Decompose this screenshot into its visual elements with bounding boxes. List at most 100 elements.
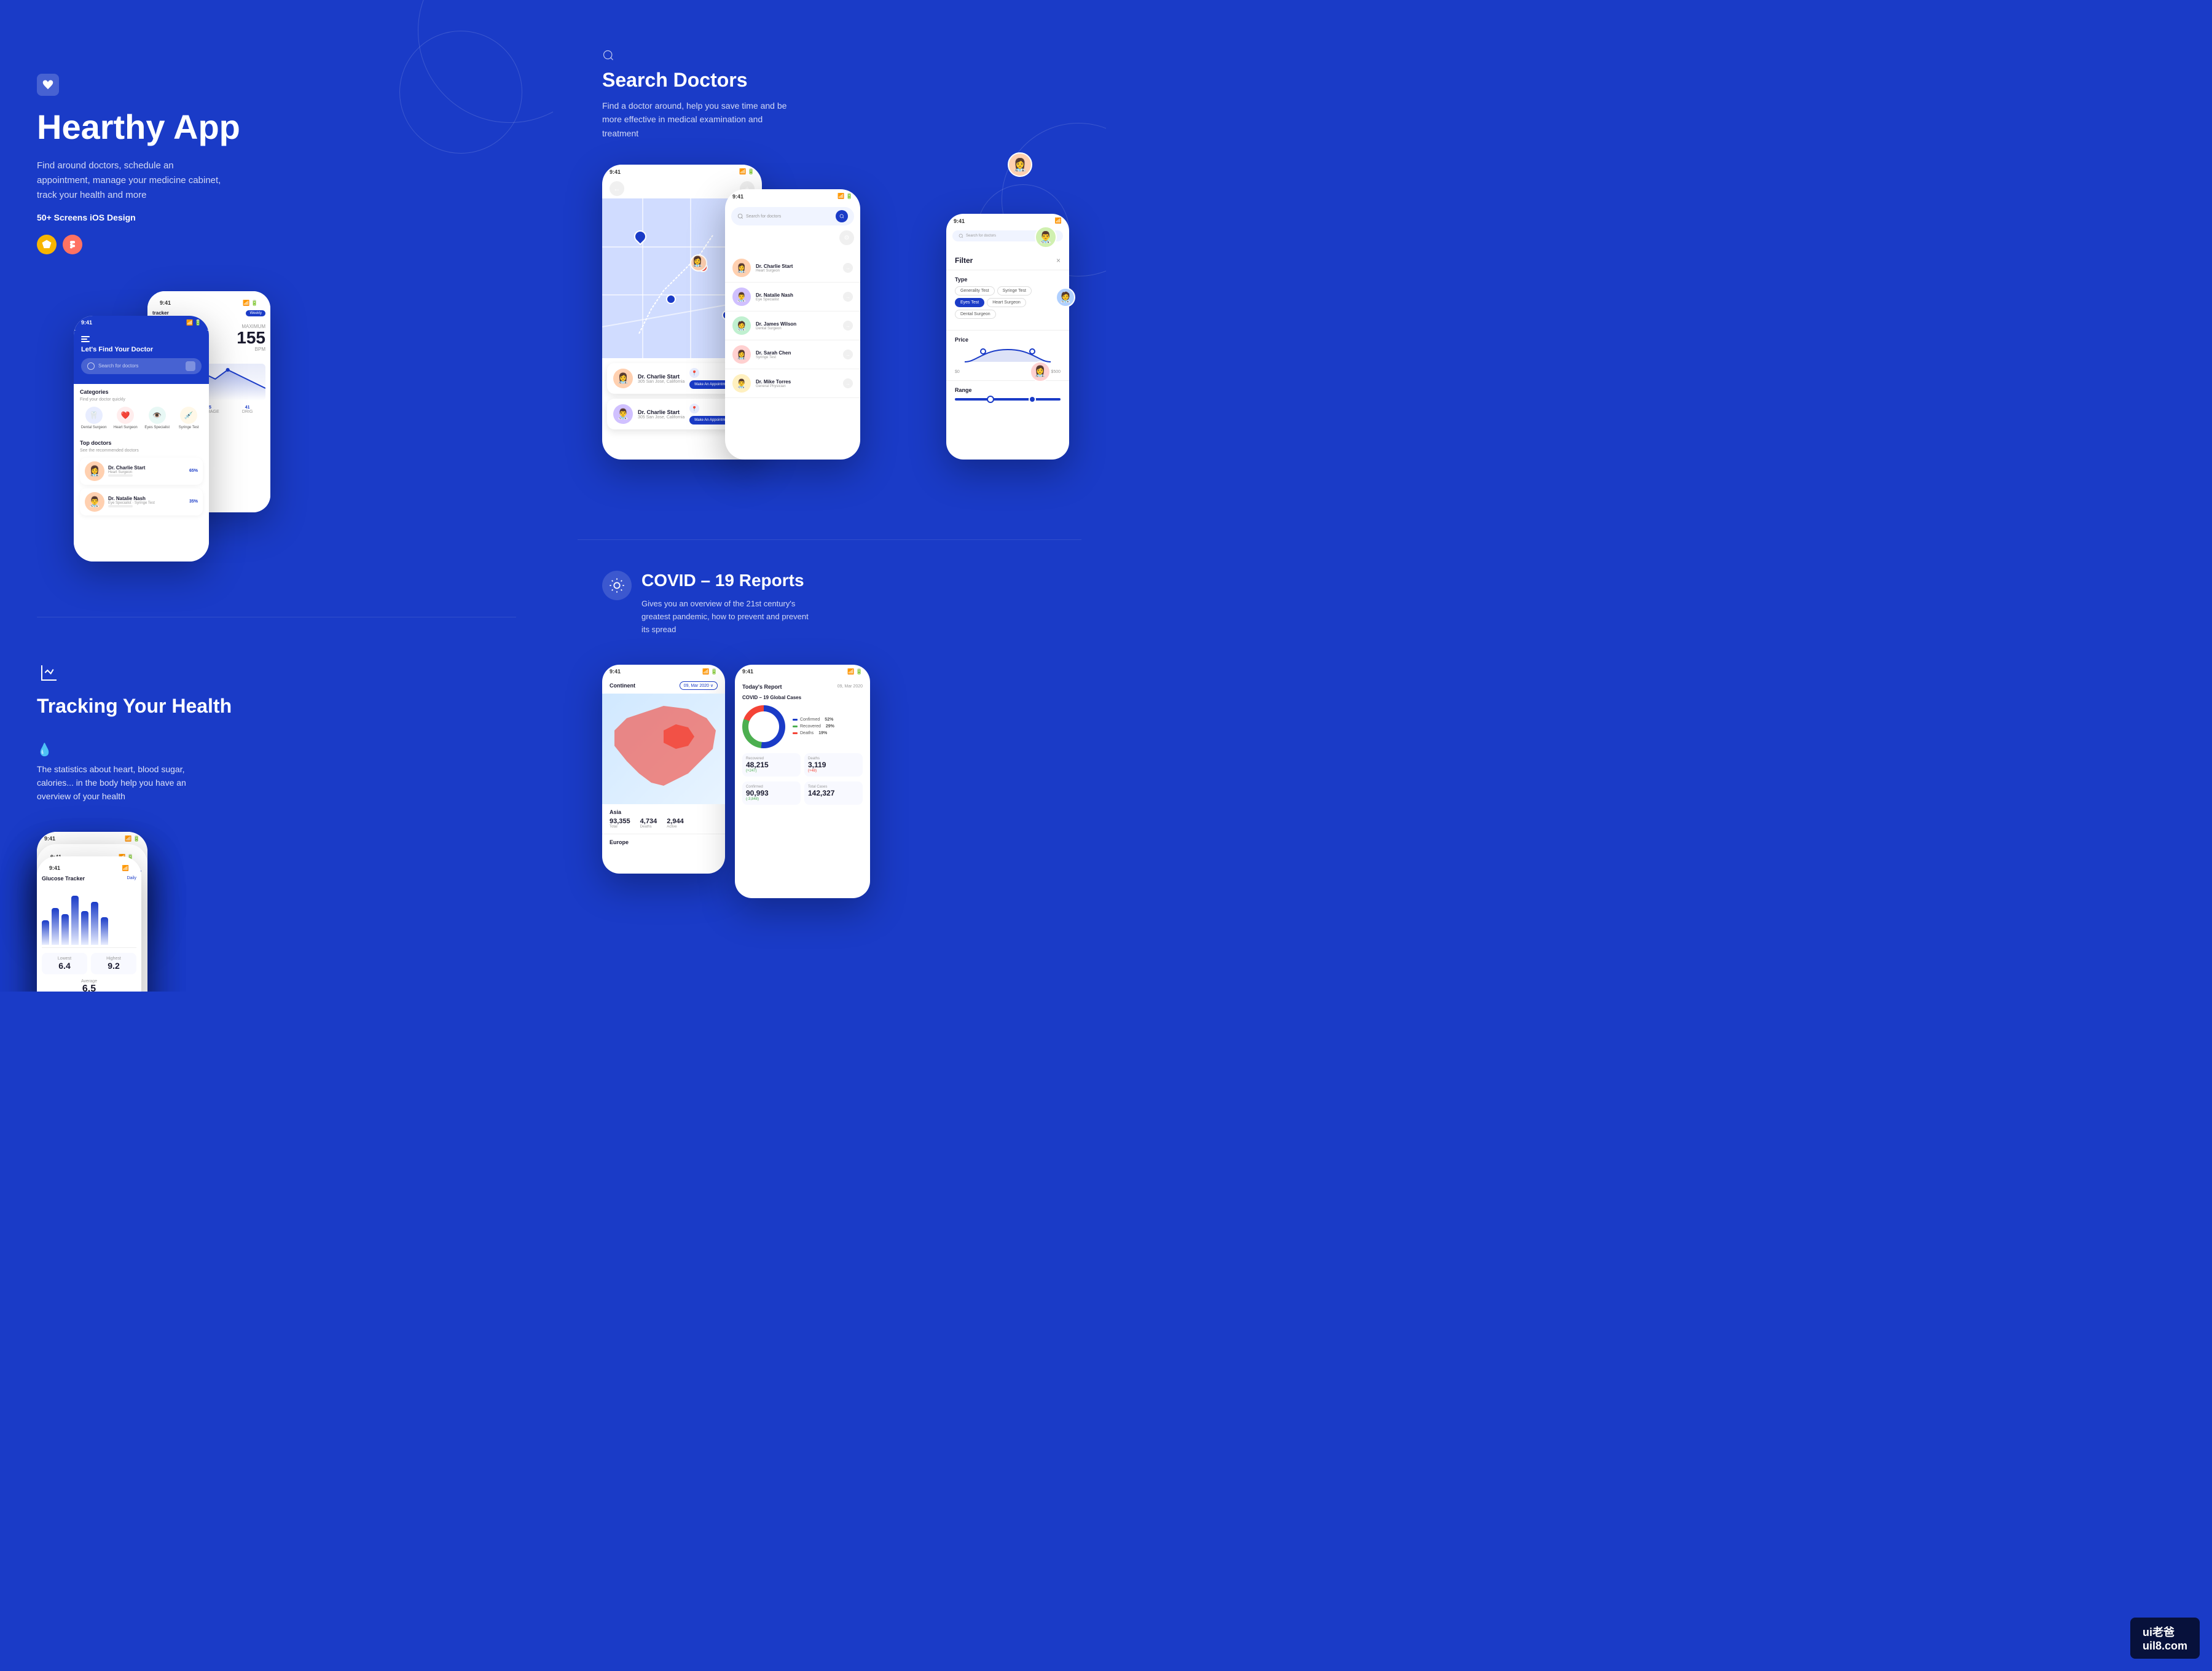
list-doctor-5[interactable]: 👨‍⚕️ Dr. Mike Torres General Physician → — [725, 369, 860, 398]
chart-label: tracker — [152, 310, 169, 316]
map-doc-avatar-1: 👩‍⚕️ — [613, 369, 633, 388]
rating-bar-2 — [108, 505, 133, 507]
tag-eyes[interactable]: Eyes Test — [955, 298, 984, 307]
legend-deaths: Deaths 19% — [793, 731, 834, 735]
glucose-title: Glucose Tracker — [42, 875, 85, 882]
report-title: Today's Report — [742, 684, 782, 690]
doctor-card-1[interactable]: 👩‍⚕️ Dr. Charlie Start Heart Surgeon 65% — [80, 458, 203, 485]
filter-close-btn[interactable]: × — [1056, 256, 1061, 265]
filter-range-label: Range — [955, 387, 1061, 393]
search-bar[interactable]: Search for doctors — [81, 358, 202, 374]
floating-avatar-2: 👨‍⚕️ — [1035, 226, 1057, 248]
location-icon-2: 📍 — [689, 404, 699, 413]
tag-generality[interactable]: Generality Test — [955, 286, 995, 295]
back-btn[interactable]: ← — [610, 181, 624, 196]
status-time-covid: 9:41 — [742, 668, 753, 675]
range-handle-right[interactable] — [1029, 396, 1036, 403]
list-avatar-3: 🧑‍⚕️ — [732, 316, 751, 335]
filter-icon — [186, 361, 195, 371]
floating-avatar-1: 👩‍⚕️ — [1008, 152, 1032, 177]
watermark-line1: ui老爸 — [2143, 1624, 2187, 1640]
map-doctor-addr-1: 305 San Jose, California — [638, 380, 684, 384]
report-date: 09, Mar 2020 — [837, 684, 863, 689]
search-doctors-title: Search Doctors — [602, 69, 1069, 92]
list-avatar-1: 👩‍⚕️ — [732, 259, 751, 277]
drop-icon: 💧 — [37, 742, 221, 757]
sketch-icon — [37, 235, 57, 254]
hero-phones-area: 9:41 📶 🔋 tracker Weekly MAXIMUM 155 BPM … — [37, 291, 516, 611]
map-doc-avatar-2: 👨‍⚕️ — [613, 404, 633, 424]
glucose-phone: 9:41 📶 Glucose Tracker Daily — [37, 856, 141, 992]
search-placeholder: Search for doctors — [98, 363, 138, 369]
asia-stats: Asia 93,355 Total 4,734 Deaths 2 — [602, 804, 725, 834]
search-input-map[interactable]: Search for doctors — [731, 207, 854, 225]
glucose-lowest: 6.4 — [45, 961, 84, 971]
heart-icon: ❤️ — [117, 407, 134, 424]
arrow-icon: → — [843, 263, 853, 273]
filter-type-label: Type — [955, 276, 1061, 283]
category-heart[interactable]: ❤️ Heart Surgeon — [112, 407, 140, 430]
category-dental[interactable]: 🦷 Dental Surgeon — [80, 407, 108, 430]
floating-avatar-4: 👩‍⚕️ — [1030, 361, 1051, 382]
filter-price-label: Price — [955, 337, 1061, 343]
search-large-icon — [602, 49, 614, 61]
watermark: ui老爸 uil8.com — [2130, 1618, 2200, 1659]
date-selector[interactable]: 09, Mar 2020 ∨ — [680, 681, 718, 690]
list-doctor-3[interactable]: 🧑‍⚕️ Dr. James Wilson Dental Surgeon → — [725, 311, 860, 340]
categories-label: Categories — [80, 389, 203, 395]
list-doctor-2[interactable]: 👨‍⚕️ Dr. Natalie Nash Eye Specialist → — [725, 283, 860, 311]
tracking-desc: The statistics about heart, blood sugar,… — [37, 762, 221, 804]
map-doc-avatar: 👩‍⚕️ — [690, 254, 707, 272]
search-doctors-desc: Find a doctor around, help you save time… — [602, 99, 799, 140]
glucose-average: 6.5 — [42, 984, 136, 992]
list-doctor-4[interactable]: 👩‍⚕️ Dr. Sarah Chen Syringe Test → — [725, 340, 860, 369]
legend-confirmed: Confirmed 52% — [793, 718, 834, 722]
range-slider[interactable] — [955, 398, 1061, 410]
doctor-card-2[interactable]: 👨‍⚕️ Dr. Natalie Nash Eye Specialist · S… — [80, 488, 203, 515]
category-syringe[interactable]: 💉 Syringe Test — [175, 407, 203, 430]
category-eyes[interactable]: 👁️ Eyes Specialist — [143, 407, 171, 430]
tag-heart[interactable]: Heart Surgeon — [987, 298, 1026, 307]
map-phones-area: 👩‍⚕️ 👨‍⚕️ 🧑‍⚕️ 👩‍⚕️ 9:41 📶 🔋 ← + — [602, 165, 1069, 509]
arrow-icon-4: → — [843, 350, 853, 359]
tag-dental[interactable]: Dental Surgeon — [955, 310, 996, 319]
donut-chart-area: Confirmed 52% Recovered 29% Deaths — [735, 705, 870, 753]
list-avatar-5: 👨‍⚕️ — [732, 374, 751, 393]
stat-deaths: Deaths 3,119 (+48) — [804, 753, 863, 777]
filter-icon-list[interactable]: ⚙ — [839, 230, 854, 245]
rating-bar-1 — [108, 474, 133, 477]
asia-map — [602, 694, 725, 804]
arrow-icon-3: → — [843, 321, 853, 331]
covid-subtitle: COVID – 19 Global Cases — [735, 695, 870, 705]
top-doctors-label: Top doctors — [80, 440, 203, 446]
dental-icon: 🦷 — [85, 407, 103, 424]
screens-count: 50+ Screens iOS Design — [37, 213, 516, 222]
eyes-icon: 👁️ — [149, 407, 166, 424]
app-icon — [37, 74, 59, 96]
search-submit[interactable] — [836, 210, 848, 222]
range-handle-left[interactable] — [987, 396, 994, 403]
arrow-icon-5: → — [843, 378, 853, 388]
continent-label: Continent — [610, 683, 635, 689]
tag-syringe[interactable]: Syringe Test — [997, 286, 1032, 295]
map-doctor-name-2: Dr. Charlie Start — [638, 409, 684, 415]
doctor-avatar-1: 👩‍⚕️ — [85, 461, 104, 481]
weekly-btn[interactable]: Weekly — [246, 310, 265, 316]
europe-section: Europe — [602, 834, 725, 850]
watermark-line2: uil8.com — [2143, 1640, 2187, 1653]
stat-recovered: Recovered 48,215 (+247) — [742, 753, 801, 777]
covid-stats-row-2: Confirmed 90,993 (-3,848) Total Cases 14… — [735, 781, 870, 810]
filter-tags: Generality Test Syringe Test Eyes Test H… — [955, 286, 1061, 319]
donut-chart — [742, 705, 785, 748]
covid-title: COVID – 19 Reports — [641, 571, 814, 590]
list-avatar-4: 👩‍⚕️ — [732, 345, 751, 364]
tracking-title: Tracking Your Health — [37, 695, 516, 718]
location-icon: 📍 — [689, 368, 699, 378]
status-time-back: 9:41 — [160, 300, 171, 306]
syringe-icon: 💉 — [180, 407, 197, 424]
search-list-phone: 9:41 📶 🔋 Search for doctors — [725, 189, 860, 460]
list-doctor-1[interactable]: 👩‍⚕️ Dr. Charlie Start Heart Surgeon → — [725, 254, 860, 283]
filter-phone: 9:41 📶 Search for doctors Filter — [946, 214, 1069, 460]
map-doctor-name-1: Dr. Charlie Start — [638, 374, 684, 380]
doctor-avatar-2: 👨‍⚕️ — [85, 492, 104, 512]
